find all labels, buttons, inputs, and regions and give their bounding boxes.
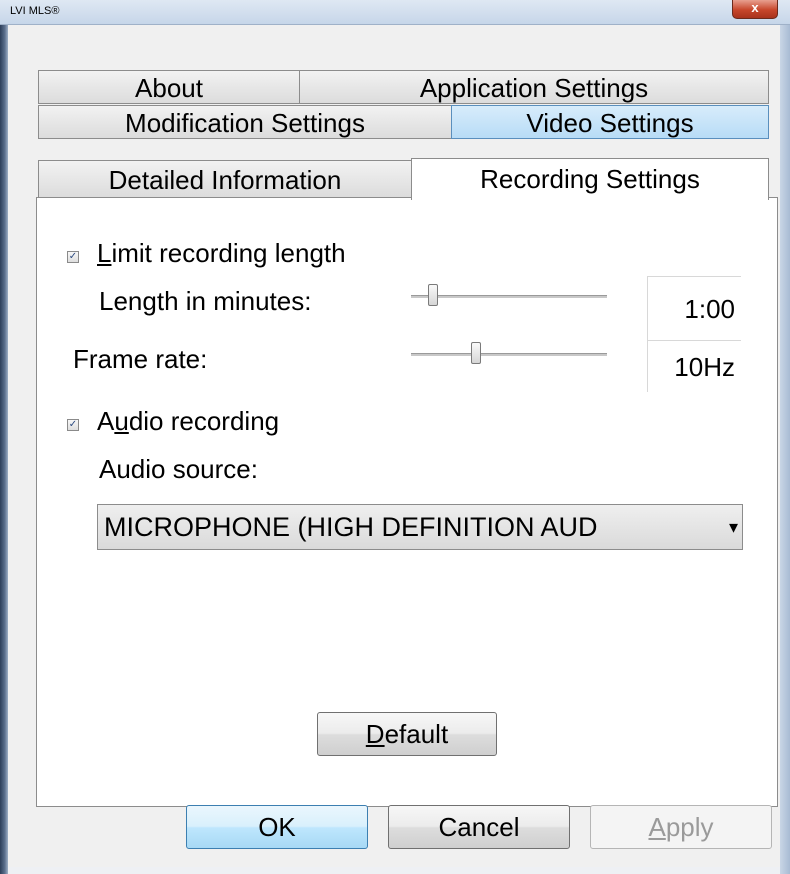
- default-button[interactable]: Default: [317, 712, 497, 756]
- audio-source-label: Audio source:: [99, 454, 258, 484]
- limit-access-key: L: [97, 238, 112, 268]
- limit-recording-label: Limit recording length: [97, 238, 346, 268]
- frame-rate-label: Frame rate:: [73, 344, 208, 374]
- length-in-minutes-label: Length in minutes:: [99, 286, 312, 316]
- tab-about[interactable]: About: [38, 70, 300, 104]
- frame-rate-slider-track: [411, 353, 607, 356]
- close-button[interactable]: x: [732, 0, 778, 19]
- length-slider[interactable]: [411, 284, 607, 306]
- dialog-client-area: About Application Settings Modification …: [8, 25, 780, 867]
- tab-label: Detailed Information: [108, 165, 342, 195]
- cancel-label: Cancel: [438, 812, 520, 842]
- check-icon: ✓: [68, 251, 78, 262]
- ok-label: OK: [258, 812, 296, 842]
- check-icon: ✓: [68, 419, 78, 430]
- window-title: LVI MLS®: [10, 5, 60, 17]
- tab-label: Application Settings: [419, 73, 649, 103]
- frame-rate-value: 10Hz: [647, 340, 741, 392]
- frame-rate-slider-thumb[interactable]: [471, 342, 481, 364]
- length-slider-thumb[interactable]: [428, 284, 438, 306]
- close-icon: x: [751, 0, 759, 15]
- dialog-window: LVI MLS® x About Application Settings Mo…: [0, 0, 790, 874]
- audio-recording-checkbox[interactable]: ✓: [67, 419, 79, 431]
- audio-source-value: MICROPHONE (HIGH DEFINITION AUD: [104, 512, 598, 542]
- window-left-edge: [0, 0, 8, 874]
- cancel-button[interactable]: Cancel: [388, 805, 570, 849]
- tab-label: Recording Settings: [480, 164, 700, 194]
- tab-modification-settings[interactable]: Modification Settings: [38, 105, 452, 139]
- length-slider-track: [411, 295, 607, 298]
- title-bar[interactable]: LVI MLS® x: [0, 0, 790, 25]
- window-right-edge: [780, 0, 790, 874]
- tab-label: Modification Settings: [125, 108, 365, 138]
- ok-button[interactable]: OK: [186, 805, 368, 849]
- length-value: 1:00: [647, 276, 741, 340]
- recording-settings-panel: ✓ Limit recording length Length in minut…: [36, 197, 778, 807]
- apply-button[interactable]: Apply: [590, 805, 772, 849]
- tab-recording-settings[interactable]: Recording Settings: [411, 158, 769, 200]
- audio-recording-label: Audio recording: [97, 406, 280, 436]
- tab-label: About: [135, 73, 203, 103]
- audio-source-select[interactable]: MICROPHONE (HIGH DEFINITION AUD ▾: [97, 504, 743, 550]
- tab-label: Video Settings: [526, 108, 694, 138]
- tab-video-settings[interactable]: Video Settings: [451, 105, 769, 139]
- tab-detailed-information[interactable]: Detailed Information: [38, 160, 412, 198]
- tab-application-settings[interactable]: Application Settings: [299, 70, 769, 104]
- chevron-down-icon: ▾: [728, 517, 738, 537]
- frame-rate-slider[interactable]: [411, 342, 607, 364]
- audio-access-key: u: [114, 406, 129, 436]
- limit-recording-checkbox[interactable]: ✓: [67, 251, 79, 263]
